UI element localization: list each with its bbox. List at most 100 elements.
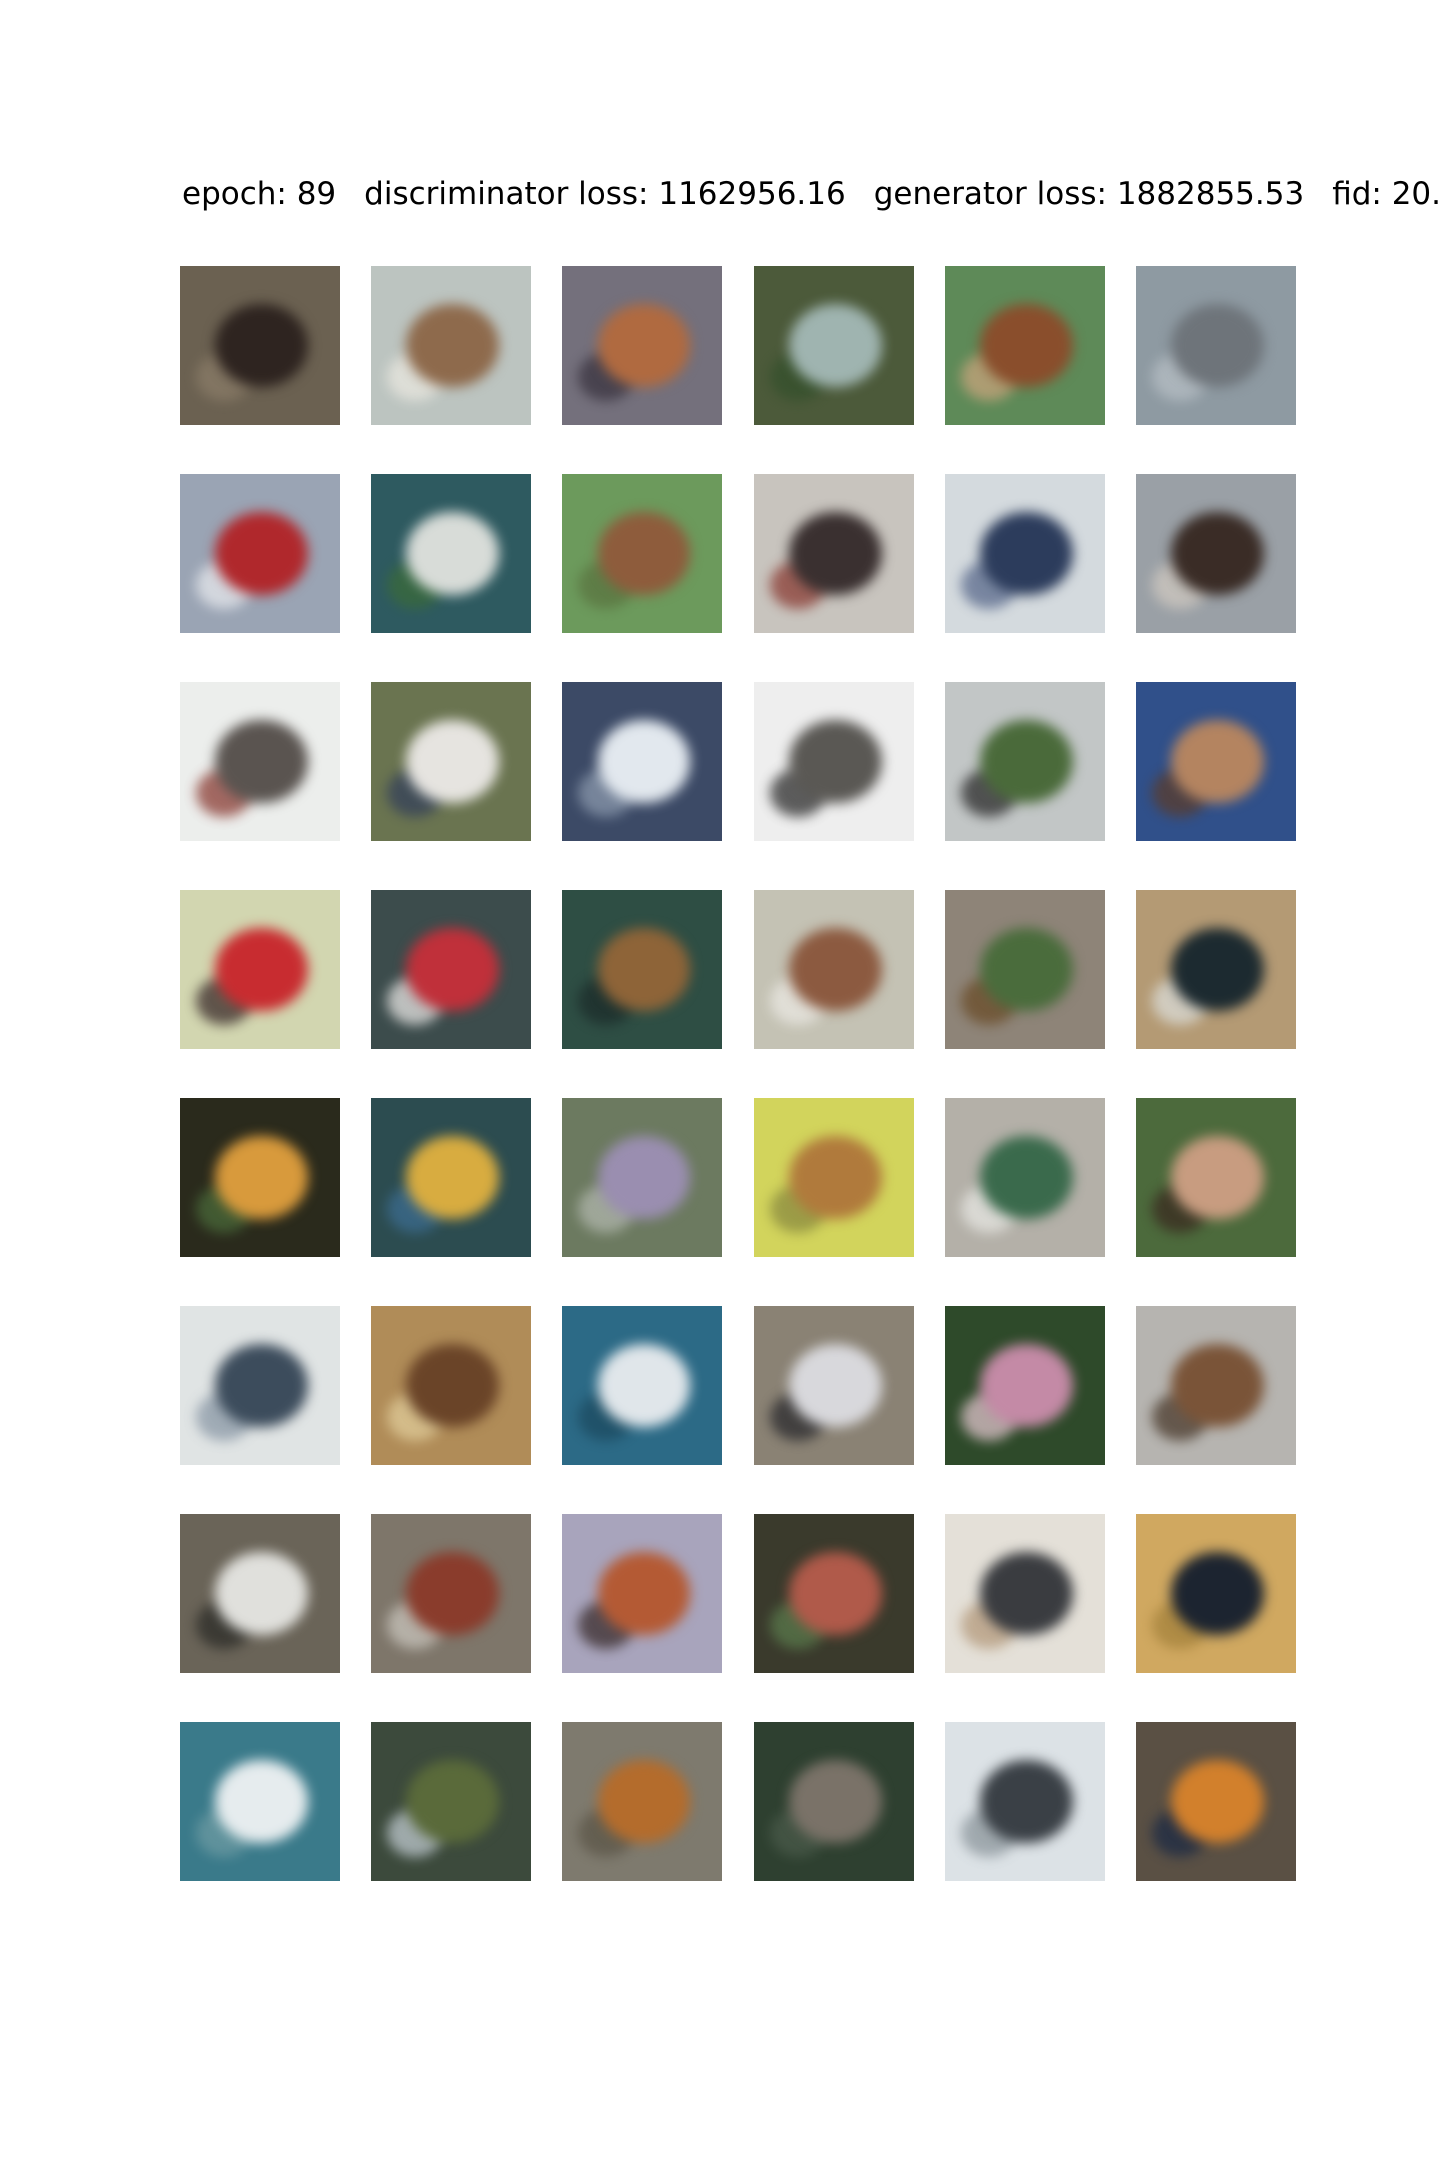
sample-subject-shape: [788, 1136, 882, 1219]
generated-sample-image: [1135, 474, 1296, 633]
sample-subject-shape: [406, 928, 500, 1011]
generated-sample-image: [753, 266, 914, 425]
sample-subject-shape: [597, 512, 691, 595]
generated-sample-image: [562, 1098, 723, 1257]
sample-subject-shape: [406, 1344, 500, 1427]
sample-subject-shape: [406, 720, 500, 803]
discriminator-loss-label: discriminator loss: 1162956.16: [364, 176, 846, 212]
generated-sample-image: [562, 682, 723, 841]
generated-sample-image: [944, 266, 1105, 425]
generated-sample-image: [180, 474, 340, 633]
generated-sample-image: [562, 1306, 723, 1465]
sample-subject-shape: [788, 1344, 882, 1427]
sample-subject-shape: [788, 1760, 882, 1843]
sample-subject-shape: [215, 1552, 308, 1635]
generated-sample-image: [944, 682, 1105, 841]
generated-sample-image: [944, 1306, 1105, 1465]
generated-sample-image: [944, 474, 1105, 633]
sample-subject-shape: [215, 304, 308, 387]
sample-subject-shape: [597, 720, 691, 803]
sample-subject-shape: [1171, 720, 1264, 803]
sample-subject-shape: [406, 304, 500, 387]
sample-subject-shape: [979, 1344, 1073, 1427]
generated-sample-image: [1135, 1722, 1296, 1881]
sample-subject-shape: [979, 720, 1073, 803]
generated-sample-image: [562, 1722, 723, 1881]
sample-subject-shape: [406, 1760, 500, 1843]
generated-sample-image: [1135, 890, 1296, 1049]
generated-sample-image: [180, 1722, 340, 1881]
sample-subject-shape: [1171, 1760, 1264, 1843]
sample-subject-shape: [979, 512, 1073, 595]
generated-sample-image: [371, 890, 532, 1049]
sample-subject-shape: [788, 928, 882, 1011]
sample-subject-shape: [979, 1760, 1073, 1843]
sample-subject-shape: [215, 928, 308, 1011]
generated-sample-image: [180, 1306, 340, 1465]
generated-sample-image: [180, 1098, 340, 1257]
generated-sample-image: [753, 1098, 914, 1257]
sample-subject-shape: [215, 1136, 308, 1219]
sample-subject-shape: [979, 1552, 1073, 1635]
sample-subject-shape: [215, 512, 308, 595]
sample-subject-shape: [979, 928, 1073, 1011]
training-stats-header: epoch: 89 discriminator loss: 1162956.16 g…: [182, 172, 1440, 216]
sample-subject-shape: [979, 1136, 1073, 1219]
generated-sample-image: [753, 682, 914, 841]
generated-sample-image: [180, 890, 340, 1049]
sample-subject-shape: [597, 1344, 691, 1427]
sample-subject-shape: [597, 304, 691, 387]
sample-subject-shape: [597, 928, 691, 1011]
generated-sample-image: [753, 890, 914, 1049]
generated-sample-image: [371, 1098, 532, 1257]
sample-subject-shape: [1171, 1344, 1264, 1427]
fid-label: fid: 20.14: [1332, 176, 1440, 212]
generated-sample-image: [1135, 682, 1296, 841]
generated-sample-image: [753, 1514, 914, 1673]
sample-subject-shape: [1171, 928, 1264, 1011]
generated-sample-image: [753, 1306, 914, 1465]
generated-sample-image: [1135, 1514, 1296, 1673]
generator-loss-label: generator loss: 1882855.53: [873, 176, 1305, 212]
sample-subject-shape: [215, 720, 308, 803]
sample-subject-shape: [1171, 304, 1264, 387]
sample-subject-shape: [788, 512, 882, 595]
generated-sample-image: [180, 682, 340, 841]
sample-subject-shape: [979, 304, 1073, 387]
sample-subject-shape: [215, 1344, 308, 1427]
sample-subject-shape: [597, 1136, 691, 1219]
generated-sample-image: [562, 266, 723, 425]
sample-subject-shape: [406, 1136, 500, 1219]
generated-sample-image: [753, 474, 914, 633]
generated-sample-image: [1135, 1306, 1296, 1465]
sample-subject-shape: [597, 1552, 691, 1635]
generated-sample-image: [944, 1722, 1105, 1881]
sample-subject-shape: [788, 304, 882, 387]
generated-sample-image: [371, 682, 532, 841]
generated-sample-image: [180, 1514, 340, 1673]
sample-subject-shape: [406, 1552, 500, 1635]
generated-sample-image: [753, 1722, 914, 1881]
sample-subject-shape: [406, 512, 500, 595]
generated-sample-image: [371, 1306, 532, 1465]
sample-subject-shape: [597, 1760, 691, 1843]
generated-samples-grid: [180, 266, 1296, 1881]
generated-sample-image: [562, 890, 723, 1049]
sample-subject-shape: [1171, 1136, 1264, 1219]
generated-sample-image: [371, 266, 532, 425]
sample-subject-shape: [1171, 512, 1264, 595]
generated-sample-image: [371, 1722, 532, 1881]
sample-subject-shape: [215, 1760, 308, 1843]
generated-sample-image: [1135, 266, 1296, 425]
sample-subject-shape: [1171, 1552, 1264, 1635]
generated-sample-image: [944, 1098, 1105, 1257]
epoch-label: epoch: 89: [182, 176, 337, 212]
generated-sample-image: [944, 890, 1105, 1049]
sample-subject-shape: [788, 720, 882, 803]
generated-sample-image: [371, 1514, 532, 1673]
sample-subject-shape: [788, 1552, 882, 1635]
generated-sample-image: [371, 474, 532, 633]
generated-sample-image: [562, 474, 723, 633]
generated-sample-image: [180, 266, 340, 425]
generated-sample-image: [562, 1514, 723, 1673]
